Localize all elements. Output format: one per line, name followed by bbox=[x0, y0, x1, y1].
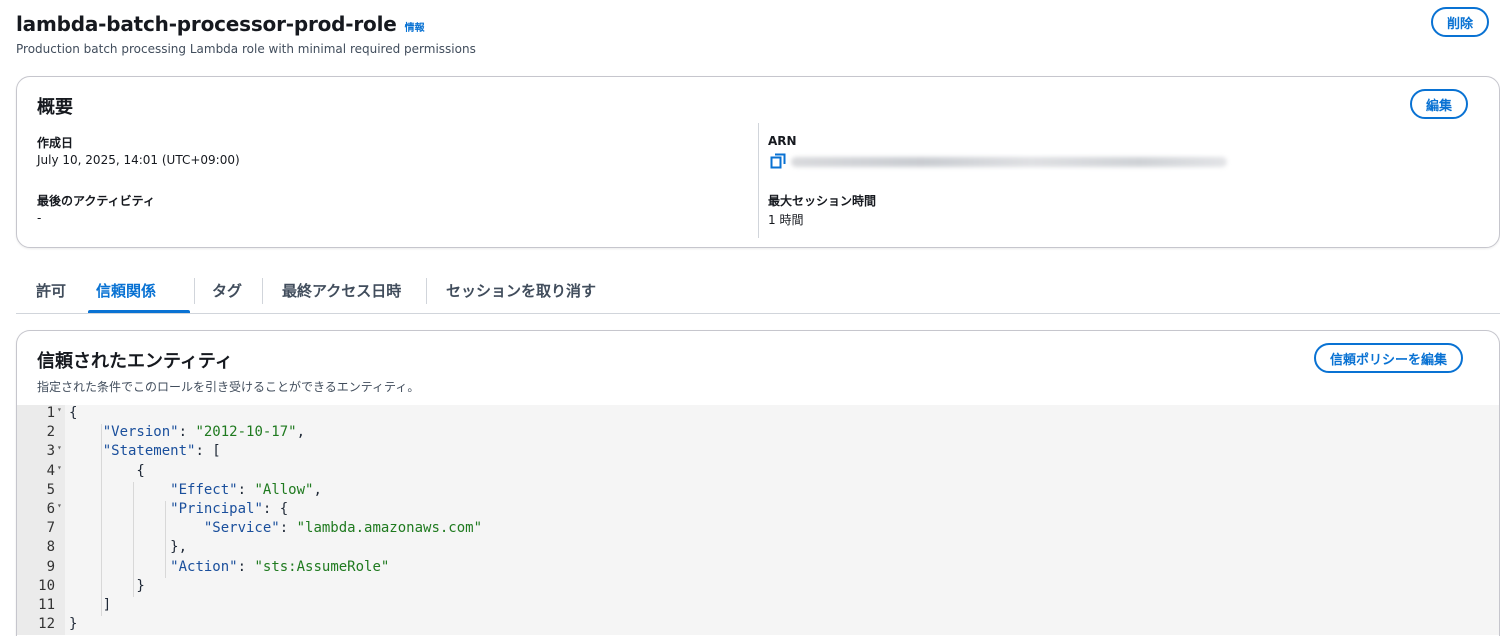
fold-toggle-icon[interactable]: ▾ bbox=[57, 501, 62, 510]
trusted-entities-subtitle: 指定された条件でこのロールを引き受けることができるエンティティ。 bbox=[37, 380, 420, 394]
fold-toggle-icon[interactable]: ▾ bbox=[57, 463, 62, 472]
fold-toggle-icon[interactable]: ▾ bbox=[57, 443, 62, 452]
code-text: "Service": "lambda.amazonaws.com" bbox=[203, 520, 483, 537]
line-number: 10 bbox=[38, 577, 55, 594]
overview-title: 概要 bbox=[37, 97, 73, 118]
line-number: 9 bbox=[46, 558, 55, 575]
trust-policy-code-editor[interactable]: 1 ▾{2 "Version": "2012-10-17", 3 ▾ "Stateme… bbox=[17, 405, 1499, 635]
column-divider bbox=[758, 123, 759, 238]
last-activity-value: - bbox=[37, 211, 42, 225]
max-session-label: 最大セッション時間 bbox=[768, 194, 877, 208]
role-tabs: 許可 信頼関係 タグ 最終アクセス日時 セッションを取り消す bbox=[16, 268, 1500, 314]
indent-guide bbox=[101, 424, 102, 617]
edit-trust-policy-button[interactable]: 信頼ポリシーを編集 bbox=[1314, 343, 1464, 373]
line-number: 12 bbox=[38, 616, 55, 633]
code-line: 1 ▾ { bbox=[17, 405, 1499, 424]
max-session-value: 1 時間 bbox=[768, 213, 804, 227]
code-line: 2 "Version": "2012-10-17", bbox=[17, 424, 1499, 443]
delete-button[interactable]: 削除 bbox=[1431, 7, 1490, 37]
line-number: 5 bbox=[46, 481, 55, 498]
code-line: 9 "Action": "sts:AssumeRole" bbox=[17, 559, 1499, 578]
created-label: 作成日 bbox=[37, 136, 74, 150]
code-text: { bbox=[69, 405, 78, 421]
tabs-divider bbox=[16, 313, 1500, 314]
tab-separator bbox=[194, 278, 195, 304]
tab-permissions[interactable]: 許可 bbox=[36, 280, 66, 301]
role-description: Production batch processing Lambda role … bbox=[16, 42, 476, 56]
created-value: July 10, 2025, 14:01 (UTC+09:00) bbox=[37, 153, 240, 167]
trusted-entities-card: 信頼されたエンティティ 指定された条件でこのロールを引き受けることができるエンテ… bbox=[16, 330, 1500, 636]
code-line: 10 } bbox=[17, 578, 1499, 597]
line-number: 4 bbox=[46, 462, 55, 479]
tab-separator bbox=[262, 278, 263, 304]
code-line: 8 }, bbox=[17, 539, 1499, 558]
arn-value-redacted bbox=[791, 157, 1227, 167]
code-text: ] bbox=[69, 597, 112, 613]
title-row: lambda-batch-processor-prod-role 情報 bbox=[16, 12, 1486, 36]
fold-toggle-icon[interactable]: ▾ bbox=[57, 405, 62, 414]
code-text: } bbox=[69, 616, 78, 633]
code-text: "Version": "2012-10-17", bbox=[102, 424, 306, 441]
line-number: 2 bbox=[46, 424, 55, 441]
tab-tags[interactable]: タグ bbox=[212, 280, 242, 301]
page-header: lambda-batch-processor-prod-role 情報 Prod… bbox=[16, 12, 1486, 62]
line-number: 6 bbox=[46, 501, 55, 517]
code-line: 5 "Effect": "Allow", bbox=[17, 482, 1499, 501]
indent-guide bbox=[133, 481, 134, 597]
last-activity-label: 最後のアクティビティ bbox=[37, 194, 155, 208]
code-text: "Effect": "Allow", bbox=[170, 481, 322, 498]
code-text: }, bbox=[69, 539, 188, 556]
indent-guide bbox=[165, 501, 166, 578]
arn-label: ARN bbox=[768, 134, 797, 148]
trusted-entities-title: 信頼されたエンティティ bbox=[37, 351, 233, 372]
code-text: "Action": "sts:AssumeRole" bbox=[170, 558, 390, 575]
code-line: 3 ▾ "Statement": [ bbox=[17, 443, 1499, 462]
tab-separator bbox=[426, 278, 427, 304]
line-number: 3 bbox=[46, 443, 55, 460]
code-line: 6 ▾ "Principal": { bbox=[17, 501, 1499, 520]
code-line: 11 ] bbox=[17, 597, 1499, 616]
edit-button[interactable]: 編集 bbox=[1410, 89, 1469, 119]
code-text: "Statement": [ bbox=[102, 443, 221, 460]
code-line: 12} bbox=[17, 616, 1499, 635]
tab-trust-relationships[interactable]: 信頼関係 bbox=[96, 280, 156, 301]
code-line: 7 "Service": "lambda.amazonaws.com" bbox=[17, 520, 1499, 539]
copy-icon[interactable] bbox=[770, 153, 786, 169]
line-number: 8 bbox=[46, 539, 55, 556]
overview-card: 概要 編集 作成日 July 10, 2025, 14:01 (UTC+09:0… bbox=[16, 76, 1500, 248]
line-number: 7 bbox=[46, 520, 55, 537]
code-text: { bbox=[69, 462, 145, 479]
line-number: 11 bbox=[38, 597, 55, 613]
page-title: lambda-batch-processor-prod-role bbox=[16, 12, 397, 36]
tab-last-accessed[interactable]: 最終アクセス日時 bbox=[282, 280, 401, 301]
code-line: 4 ▾ { bbox=[17, 463, 1499, 482]
info-link[interactable]: 情報 bbox=[405, 19, 425, 34]
tab-revoke-sessions[interactable]: セッションを取り消す bbox=[446, 280, 596, 301]
line-number: 1 bbox=[46, 405, 55, 421]
